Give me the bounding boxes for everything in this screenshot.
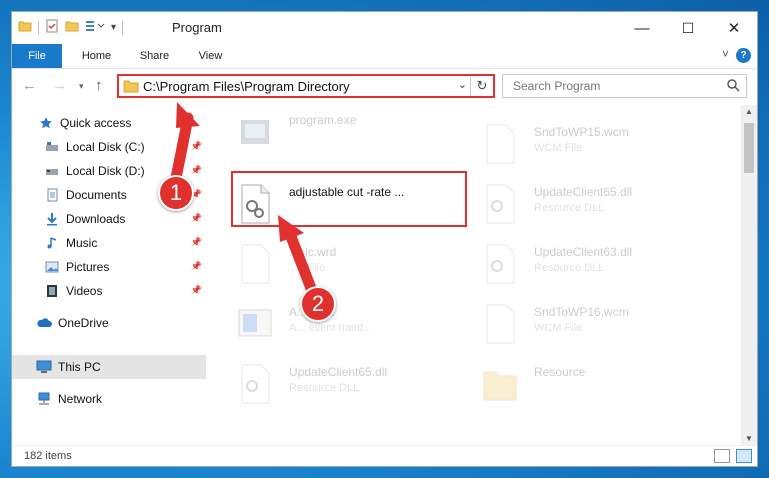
- annotation-arrows: [170, 102, 320, 302]
- arrow-1: [170, 102, 200, 184]
- step-badge-2: 2: [300, 286, 336, 322]
- step-badge-1: 1: [158, 175, 194, 211]
- arrow-2: [278, 215, 320, 302]
